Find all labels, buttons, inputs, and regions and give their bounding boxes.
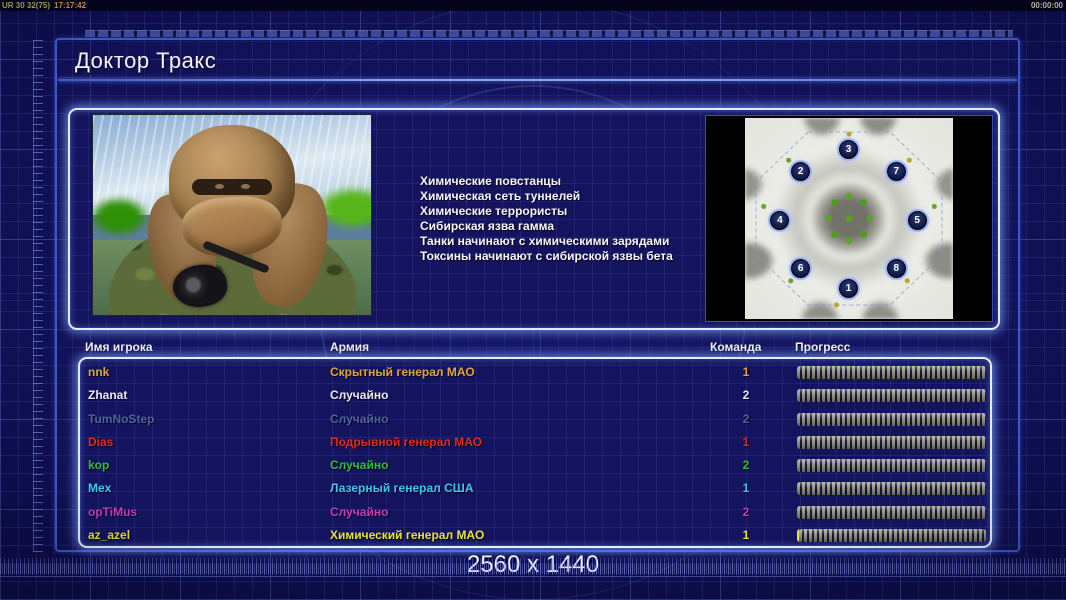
mission-features: Химические повстанцы Химическая сеть тунн… <box>420 174 690 264</box>
player-row: Zhanat Случайно 2 <box>80 384 990 407</box>
player-progress-fill <box>797 435 986 449</box>
player-team: 2 <box>742 458 750 473</box>
column-header-progress: Прогресс <box>795 340 851 354</box>
player-progress-fill <box>797 482 986 496</box>
player-army: Лазерный генерал США <box>330 481 474 496</box>
player-progress-fill <box>797 459 986 473</box>
player-army: Случайно <box>330 504 389 519</box>
map-spawn-marker: 1 <box>839 278 858 298</box>
player-progress-bar <box>797 389 986 403</box>
player-progress-bar <box>797 459 986 473</box>
portrait-eye <box>241 184 250 189</box>
map-spawn-marker: 6 <box>791 258 811 278</box>
player-row: az_azel Химический генерал МАО 1 <box>80 524 990 547</box>
player-name: nnk <box>88 365 110 379</box>
debug-counters: UR 30 32(75) 17:17:42 <box>2 0 86 11</box>
title-divider <box>58 79 1017 81</box>
player-team: 2 <box>742 388 750 403</box>
player-row: nnk Скрытный генерал МАО 1 <box>80 361 990 384</box>
waveform-baseline <box>0 576 1066 577</box>
player-name: Zhanat <box>88 388 128 403</box>
player-row: Dias Подрывной генерал МАО 1 <box>80 431 990 454</box>
loading-screen: UR 30 32(75) 17:17:42 00:00:00 Доктор Тра… <box>0 0 1066 600</box>
player-progress-fill <box>799 529 986 543</box>
player-team: 1 <box>742 528 750 543</box>
player-army: Скрытный генерал МАО <box>330 365 475 379</box>
player-progress-bar <box>797 529 986 543</box>
player-name: Mex <box>88 481 112 496</box>
player-progress-bar <box>797 366 986 379</box>
player-progress-bar <box>797 505 986 519</box>
player-name: az_azel <box>88 528 131 543</box>
general-portrait <box>92 114 372 316</box>
player-row: opTiMus Случайно 2 <box>80 501 990 524</box>
map-spawn-marker: 8 <box>886 258 906 278</box>
map-title: Доктор Тракс <box>75 48 217 73</box>
column-header-team: Команда <box>710 340 762 354</box>
column-header-name: Имя игрока <box>85 340 153 354</box>
mission-feature: Токсины начинают с сибирской язвы бета <box>420 249 673 263</box>
player-progress-fill <box>797 366 986 379</box>
player-team: 1 <box>742 481 750 496</box>
mission-feature: Сибирская язва гамма <box>420 219 554 233</box>
briefing-panel: Химические повстанцы Химическая сеть тунн… <box>68 108 1000 330</box>
player-army: Случайно <box>330 411 389 426</box>
map-preview-box: 32745681 <box>705 115 993 322</box>
player-team: 1 <box>742 434 750 449</box>
waveform-strip-inner <box>0 564 1066 574</box>
player-row: kop Случайно 2 <box>80 454 990 477</box>
portrait-eye <box>215 184 224 189</box>
mission-feature: Химическая сеть туннелей <box>420 189 581 203</box>
map-spawn-marker: 7 <box>886 162 906 182</box>
player-name: opTiMus <box>88 504 138 519</box>
ruler-left <box>33 40 43 552</box>
player-army: Подрывной генерал МАО <box>330 434 483 449</box>
player-army: Химический генерал МАО <box>330 528 485 543</box>
mission-feature: Химические террористы <box>420 204 568 218</box>
game-timer: 00:00:00 <box>1030 1 1063 10</box>
player-team: 2 <box>742 411 750 426</box>
player-row: Mex Лазерный генерал США 1 <box>80 477 990 500</box>
player-team: 2 <box>742 504 750 519</box>
player-progress-fill <box>797 505 986 519</box>
fps-counter: UR 30 32(75) <box>2 1 51 10</box>
player-army: Случайно <box>330 388 389 403</box>
clock-time: 17:17:42 <box>54 1 87 10</box>
mission-feature: Танки начинают с химическими зарядами <box>420 234 670 248</box>
player-progress-bar <box>797 435 986 449</box>
player-name: kop <box>88 458 110 473</box>
player-army: Случайно <box>330 458 389 473</box>
player-team: 1 <box>742 365 750 379</box>
portrait-eye-band <box>192 179 272 195</box>
debug-status-bar: UR 30 32(75) 17:17:42 00:00:00 <box>0 0 1066 11</box>
player-row: TumNoStep Случайно 2 <box>80 408 990 431</box>
film-strip-top <box>85 30 1013 37</box>
column-header-army: Армия <box>330 340 370 354</box>
mission-feature: Химические повстанцы <box>420 174 561 188</box>
map-spawn-marker: 4 <box>770 210 790 230</box>
player-progress-fill <box>797 389 986 403</box>
map-spawn-marker: 5 <box>907 210 927 230</box>
player-rows: nnk Скрытный генерал МАО 1 Zhanat Случайно 2 T… <box>78 357 992 548</box>
player-progress-fill <box>797 412 986 426</box>
player-progress-bar <box>797 412 986 426</box>
map-preview: 32745681 <box>745 118 953 319</box>
player-name: Dias <box>88 434 114 449</box>
player-name: TumNoStep <box>88 411 155 426</box>
player-progress-bar <box>797 482 986 496</box>
